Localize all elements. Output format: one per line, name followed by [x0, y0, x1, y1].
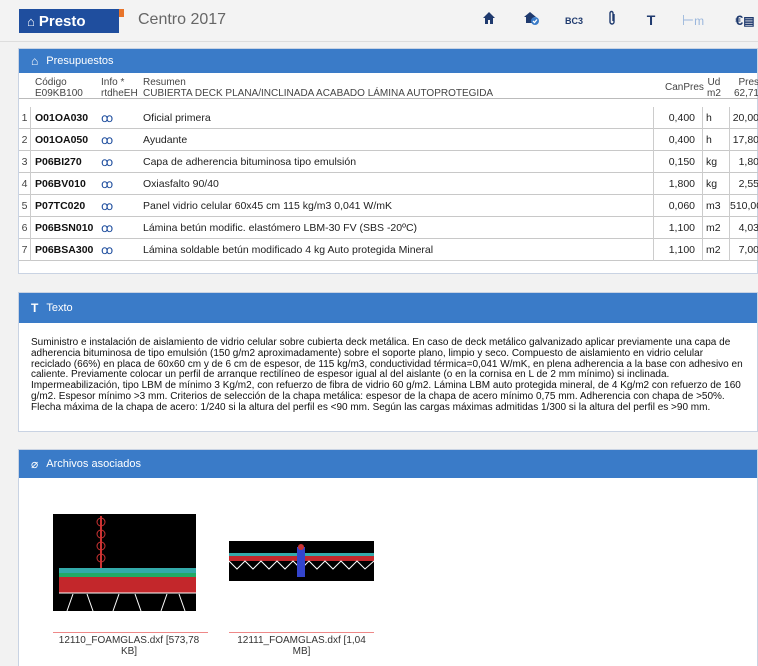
file-underline	[53, 632, 208, 633]
price-list-icon[interactable]: €▤	[735, 10, 755, 30]
decomposition-icon[interactable]: ꝏ	[101, 151, 113, 173]
budget-panel-title: Presupuestos	[46, 55, 114, 67]
logo-text: Presto	[38, 12, 86, 30]
budget-panel-header: ⌂ Presupuestos	[19, 49, 757, 73]
decomposition-icon[interactable]: ꝏ	[101, 173, 113, 195]
decomposition-icon[interactable]: ꝏ	[101, 195, 113, 217]
table-row[interactable]: 3 P06BI270 ꝏ Capa de adherencia bitumino…	[19, 151, 758, 173]
file-thumbnail-dxf-2[interactable]	[228, 541, 375, 581]
home-outline-icon: ⌂	[27, 13, 35, 29]
files-panel: ⌀ Archivos asociados 12110_FOAMGLAS.dxf …	[18, 449, 758, 666]
measure-label: m	[694, 14, 705, 28]
top-toolbar: ⌂ Presto Centro 2017 BC3 T ⊢m €▤	[0, 0, 758, 42]
file-thumbnail-dxf-1[interactable]	[53, 514, 196, 612]
budget-panel: ⌂ Presupuestos Código E09KB100 Info * rtdh…	[18, 48, 758, 274]
project-title: Centro 2017	[138, 11, 227, 28]
document-check-icon[interactable]	[521, 10, 541, 30]
text-panel-header: T Texto	[19, 293, 757, 323]
table-row[interactable]: 7 P06BSA300 ꝏ Lámina soldable betún modi…	[19, 239, 758, 261]
unit-column-header[interactable]: Ud m2	[707, 77, 721, 99]
decomposition-icon[interactable]: ꝏ	[101, 217, 113, 239]
file-label-2[interactable]: 12111_FOAMGLAS.dxf [1,04 MB]	[224, 635, 379, 657]
text-panel: T Texto Suministro e instalación de aisl…	[18, 292, 758, 432]
summary-column-header[interactable]: Resumen CUBIERTA DECK PLANA/INCLINADA ACA…	[143, 77, 493, 99]
decomposition-icon[interactable]: ꝏ	[101, 239, 113, 261]
text-panel-icon: T	[31, 301, 39, 315]
files-panel-title: Archivos asociados	[46, 458, 142, 470]
qty-column-header[interactable]: CanPres	[665, 82, 704, 93]
home-icon[interactable]	[480, 10, 498, 30]
file-label-1[interactable]: 12110_FOAMGLAS.dxf [573,78 KB]	[49, 635, 209, 657]
decomposition-icon[interactable]: ꝏ	[101, 107, 113, 129]
bc3-export-icon[interactable]: BC3	[562, 10, 586, 30]
description-text[interactable]: Suministro e instalación de aislamiento …	[19, 323, 757, 422]
price-column-header[interactable]: Pres 62,71	[732, 77, 758, 99]
decomposition-icon[interactable]: ꝏ	[101, 129, 113, 151]
table-row[interactable]: 1 O01OA030 ꝏ Oficial primera 0,400 h 20,…	[19, 107, 758, 129]
text-icon-glyph: T	[646, 12, 656, 28]
text-icon[interactable]: T	[644, 10, 658, 30]
bc3-label: BC3	[564, 16, 583, 26]
table-row[interactable]: 6 P06BSN010 ꝏ Lámina betún modific. elas…	[19, 217, 758, 239]
paperclip-panel-icon: ⌀	[31, 457, 39, 471]
budget-house-icon: ⌂	[31, 54, 39, 68]
table-header: Código E09KB100 Info * rtdheEH Resumen CUBI…	[19, 73, 758, 99]
presto-logo[interactable]: ⌂ Presto	[19, 9, 124, 33]
table-row[interactable]: 5 P07TC020 ꝏ Panel vidrio celular 60x45 …	[19, 195, 758, 217]
file-underline	[229, 632, 374, 633]
table-row[interactable]: 4 P06BV010 ꝏ Oxiasfalto 90/40 1,800 kg 2…	[19, 173, 758, 195]
app-window: ⌂ Presto Centro 2017 BC3 T ⊢m €▤ ⌂ Presu…	[0, 0, 758, 666]
text-panel-title: Texto	[46, 302, 73, 314]
code-column-header[interactable]: Código E09KB100	[35, 77, 83, 99]
files-panel-header: ⌀ Archivos asociados	[19, 450, 757, 478]
logo-accent	[119, 9, 124, 17]
paperclip-icon[interactable]	[604, 10, 620, 30]
measurements-icon[interactable]: ⊢m	[681, 10, 705, 30]
info-column-header[interactable]: Info * rtdheEH	[101, 77, 138, 99]
table-row[interactable]: 2 O01OA050 ꝏ Ayudante 0,400 h 17,80	[19, 129, 758, 151]
